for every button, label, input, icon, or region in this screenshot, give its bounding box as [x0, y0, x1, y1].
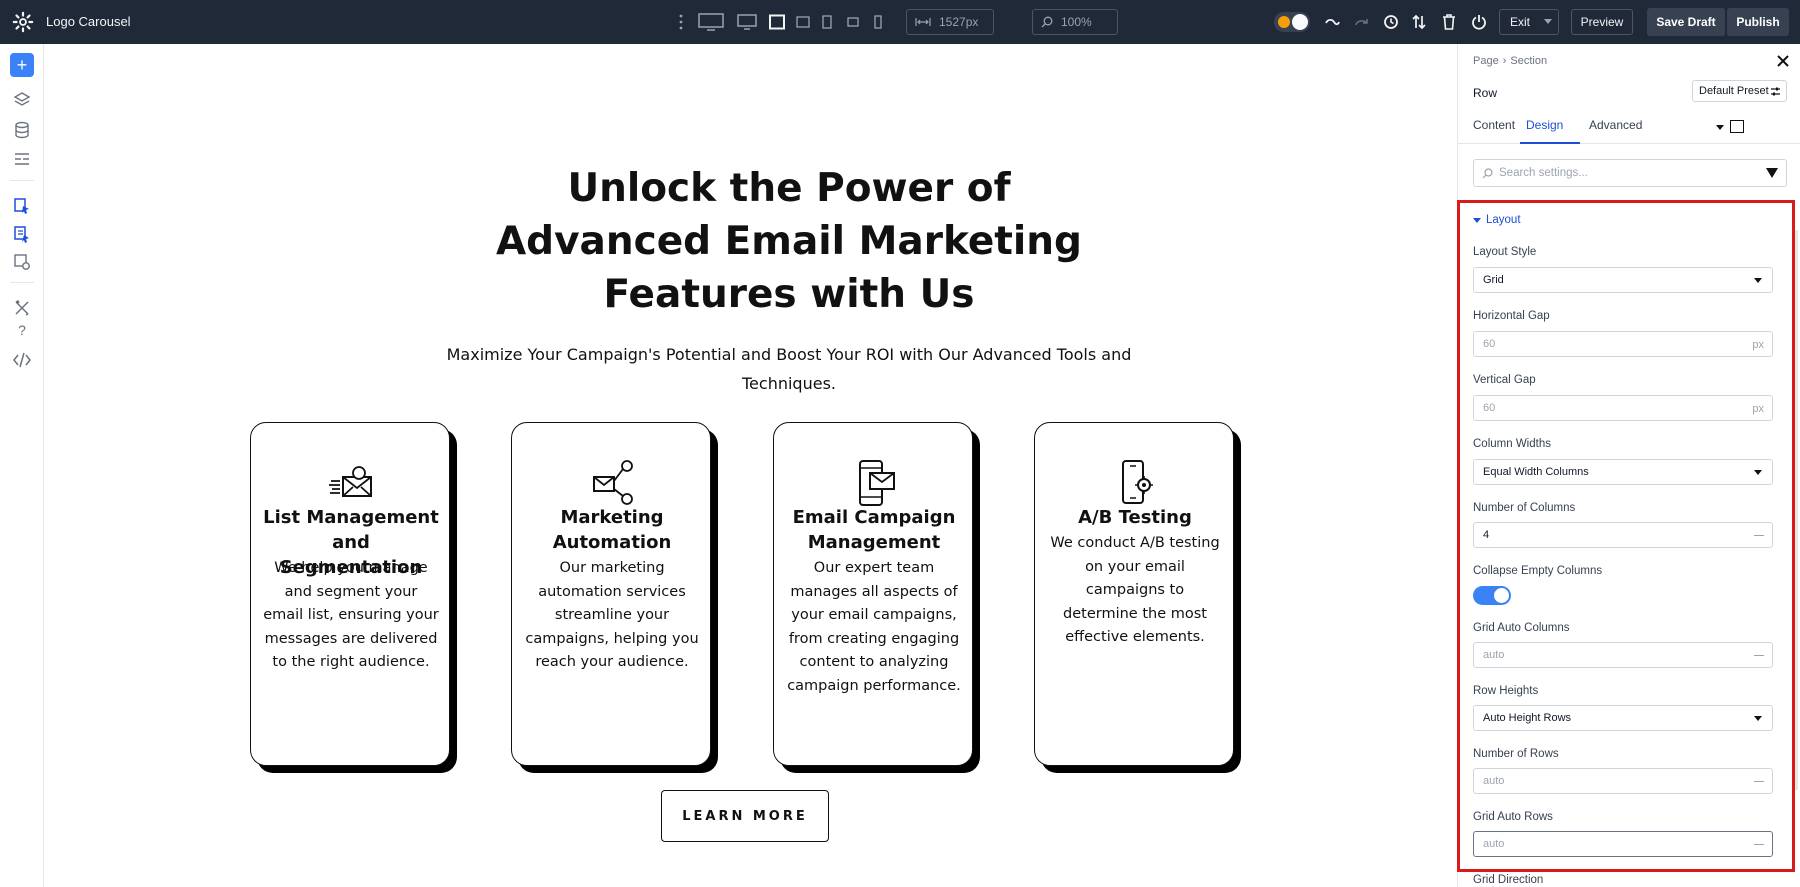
breadcrumb-page[interactable]: Page [1473, 55, 1499, 67]
code-icon[interactable] [12, 350, 32, 370]
canvas-width-field[interactable]: 1527px [906, 9, 994, 35]
email-list-icon [329, 466, 372, 497]
card-body: We help you manage and segment your emai… [263, 560, 439, 670]
page-title: Logo Carousel [46, 14, 131, 29]
card-title: A/B Testing [1078, 507, 1192, 528]
page-canvas: Unlock the Power of Advanced Email Marke… [44, 44, 1497, 887]
page-settings-icon[interactable] [12, 252, 32, 272]
zoom-field[interactable]: 100% [1032, 9, 1118, 35]
theme-toggle[interactable] [1274, 12, 1310, 32]
search-placeholder: Search settings... [1499, 167, 1588, 179]
preset-label: Default Preset [1699, 85, 1769, 97]
exit-label: Exit [1510, 15, 1531, 29]
page-cursor-icon[interactable] [12, 196, 32, 216]
close-icon[interactable] [1776, 54, 1790, 68]
ab-testing-phone-icon [1122, 460, 1153, 504]
publish-button[interactable]: Publish [1727, 8, 1789, 36]
sun-icon [1278, 16, 1290, 28]
desktop-wide-view-icon[interactable] [697, 12, 725, 32]
history-icon[interactable] [1382, 12, 1400, 32]
tab-content[interactable]: Content [1473, 118, 1515, 132]
automation-network-icon [593, 460, 633, 505]
preset-selector[interactable]: Default Preset [1692, 80, 1787, 102]
gear-icon[interactable] [12, 11, 34, 33]
left-sidebar: + ? [0, 44, 44, 887]
layers-icon[interactable] [12, 90, 32, 110]
card-body: Our marketing automation services stream… [525, 560, 699, 670]
width-arrows-icon [915, 18, 931, 26]
card-title: Marketing Automation [552, 507, 672, 553]
card-title: Email Campaign Management [792, 507, 956, 553]
save-draft-button[interactable]: Save Draft [1647, 8, 1725, 36]
page-select-icon[interactable] [12, 224, 32, 244]
element-title: Row [1473, 86, 1498, 100]
top-toolbar: Logo Carousel 1527px 100% Exit Preview S… [0, 0, 1800, 44]
subtitle: Maximize Your Campaign's Potential and B… [446, 345, 1132, 393]
canvas-width-value: 1527px [939, 15, 979, 29]
add-element-button[interactable]: + [10, 53, 34, 77]
tab-advanced[interactable]: Advanced [1589, 118, 1642, 132]
tablet-view-icon[interactable] [820, 12, 834, 32]
filter-icon[interactable] [1766, 168, 1778, 178]
learn-more-button[interactable]: LEARN MORE [661, 790, 829, 842]
chevron-down-icon[interactable] [1716, 125, 1724, 130]
database-icon[interactable] [12, 120, 32, 140]
card-body: We conduct A/B testing on your email cam… [1050, 535, 1220, 645]
laptop-view-icon[interactable] [768, 12, 786, 32]
breadcrumb-section[interactable]: Section [1510, 55, 1547, 67]
layout-section-highlight [1457, 200, 1795, 872]
zoom-value: 100% [1061, 15, 1092, 29]
expand-panel-icon[interactable] [1730, 120, 1744, 133]
settings-search-input[interactable]: Search settings... [1473, 159, 1787, 187]
headline: Unlock the Power of Advanced Email Marke… [496, 166, 1082, 317]
search-icon [1041, 16, 1053, 28]
sliders-icon [1771, 87, 1780, 96]
chevron-right-icon: › [1502, 55, 1507, 67]
preview-button[interactable]: Preview [1571, 9, 1633, 35]
sort-arrows-icon[interactable] [1410, 12, 1428, 32]
phone-landscape-view-icon[interactable] [846, 12, 860, 32]
tab-design[interactable]: Design [1526, 118, 1563, 132]
help-icon[interactable]: ? [12, 322, 32, 342]
undo-icon[interactable] [1323, 12, 1341, 32]
trash-icon[interactable] [1440, 12, 1458, 32]
feature-card[interactable]: List Management and Segmentation We help… [250, 422, 458, 774]
panel-tabs: Content Design Advanced [1458, 108, 1800, 144]
campaign-phone-email-icon [859, 460, 895, 506]
power-icon[interactable] [1470, 12, 1488, 32]
redo-icon[interactable] [1353, 12, 1371, 32]
tablet-landscape-view-icon[interactable] [794, 12, 812, 32]
exit-button[interactable]: Exit [1499, 9, 1559, 35]
search-icon [1482, 167, 1493, 178]
feature-card[interactable]: Email Campaign Management Our expert tea… [773, 422, 981, 774]
chevron-down-icon [1544, 19, 1552, 24]
desktop-view-icon[interactable] [736, 12, 758, 32]
feature-card[interactable]: Marketing Automation Our marketing autom… [511, 422, 719, 774]
drag-handle-icon[interactable] [676, 12, 686, 32]
card-body: Our expert team manages all aspects of y… [787, 560, 961, 694]
tools-icon[interactable] [12, 298, 32, 318]
phone-view-icon[interactable] [872, 12, 884, 32]
feature-card[interactable]: A/B Testing We conduct A/B testing on yo… [1034, 422, 1242, 774]
panel-scrollbar[interactable] [1795, 230, 1798, 790]
layout-sections-icon[interactable] [12, 150, 32, 170]
grid-direction-label: Grid Direction [1473, 874, 1544, 886]
breadcrumb: Page › Section [1473, 55, 1547, 67]
